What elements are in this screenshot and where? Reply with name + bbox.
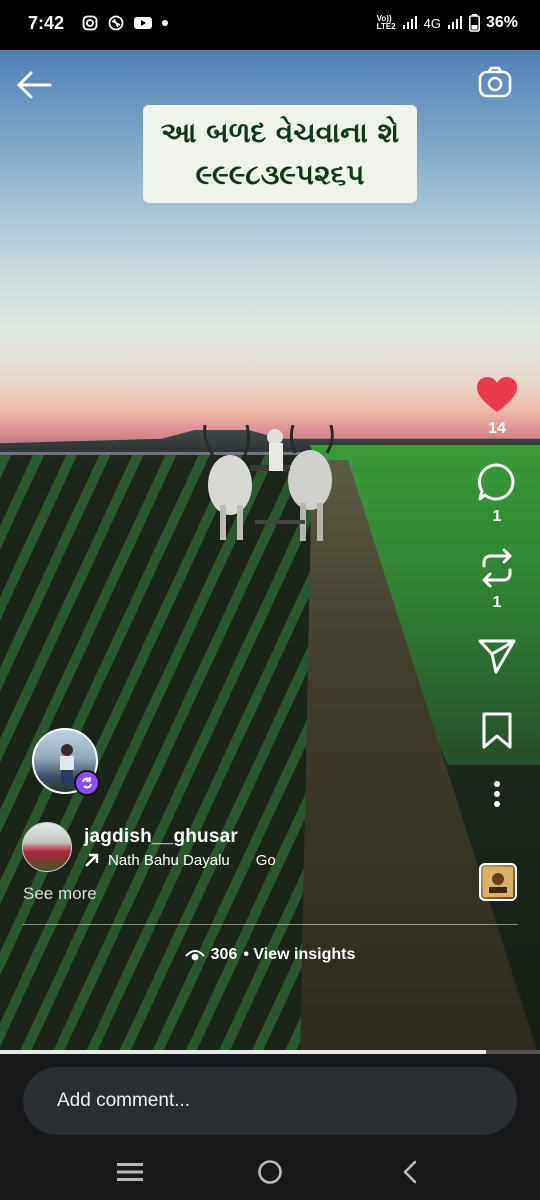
audio-title: Nath Bahu Dayalu xyxy=(108,851,230,869)
comment-placeholder: Add comment... xyxy=(57,1090,191,1111)
repost-button[interactable]: 1 xyxy=(474,548,520,612)
original-creator-avatar[interactable] xyxy=(32,728,100,796)
repost-icon xyxy=(482,548,512,588)
music-arrow-icon xyxy=(85,853,99,867)
app-notification-icon xyxy=(108,15,124,31)
home-icon xyxy=(258,1160,282,1184)
battery-icon xyxy=(468,14,480,32)
battery-percent: 36% xyxy=(485,14,518,31)
recents-icon xyxy=(117,1163,143,1181)
system-nav-bar xyxy=(0,1150,540,1194)
like-button[interactable]: 14 xyxy=(474,376,520,438)
camera-icon[interactable] xyxy=(478,66,512,100)
comment-icon xyxy=(477,463,515,501)
signal-icon xyxy=(402,16,417,29)
username[interactable]: jagdish__ghusar xyxy=(84,826,276,848)
status-time: 7:42 xyxy=(28,12,65,33)
heart-icon xyxy=(477,377,517,412)
bulls-with-plough xyxy=(203,425,334,541)
network-type: 4G xyxy=(423,15,441,31)
divider xyxy=(22,924,518,925)
audio-title-2: Go xyxy=(255,851,276,869)
repost-count: 1 xyxy=(492,594,502,611)
view-insights[interactable]: 306 • View insights xyxy=(0,946,540,964)
bottom-area: Add comment... xyxy=(0,1054,540,1200)
youtube-notification-icon xyxy=(134,17,153,29)
audio-row[interactable]: Nath Bahu Dayalu Go xyxy=(84,852,276,869)
overlay-line-1: આ બળદ વેચવાના શે xyxy=(160,116,400,149)
video-text-overlay: આ બળદ વેચવાના શે ૯૯૯૮૩૯પ૨૬પ xyxy=(143,105,417,203)
audio-cover-art xyxy=(483,867,513,897)
avatar[interactable] xyxy=(22,822,72,872)
share-button[interactable] xyxy=(474,638,520,674)
volte-icon: Vo)) LTE2 xyxy=(376,14,396,31)
comment-count: 1 xyxy=(492,508,502,525)
back-nav-button[interactable] xyxy=(390,1152,430,1192)
bookmark-icon xyxy=(482,712,512,749)
comment-input[interactable]: Add comment... xyxy=(23,1067,517,1135)
more-icon xyxy=(494,781,500,807)
recents-button[interactable] xyxy=(110,1152,150,1192)
view-count: 306 xyxy=(210,946,238,963)
post-author: jagdish__ghusar Nath Bahu Dayalu Go xyxy=(22,822,276,872)
side-actions: 14 1 1 xyxy=(474,376,520,808)
like-count: 14 xyxy=(488,420,506,437)
insights-label: • View insights xyxy=(243,946,356,963)
overlay-line-2: ૯૯૯૮૩૯પ૨૬પ xyxy=(195,158,365,191)
home-button[interactable] xyxy=(250,1152,290,1192)
comment-button[interactable]: 1 xyxy=(474,462,520,526)
remix-icon xyxy=(74,770,100,796)
notification-dot-icon xyxy=(162,20,169,26)
more-options-button[interactable] xyxy=(474,780,520,808)
back-arrow-icon[interactable] xyxy=(16,70,54,100)
status-bar: 7:42 Vo)) LTE2 4G 36% xyxy=(0,0,540,46)
see-more-link[interactable]: See more xyxy=(23,884,97,904)
back-nav-icon xyxy=(403,1160,417,1184)
audio-thumbnail[interactable] xyxy=(479,863,517,901)
eye-icon xyxy=(184,950,205,961)
signal-icon-2 xyxy=(447,16,462,29)
send-icon xyxy=(478,639,516,674)
save-button[interactable] xyxy=(474,712,520,750)
instagram-notification-icon xyxy=(82,15,98,31)
